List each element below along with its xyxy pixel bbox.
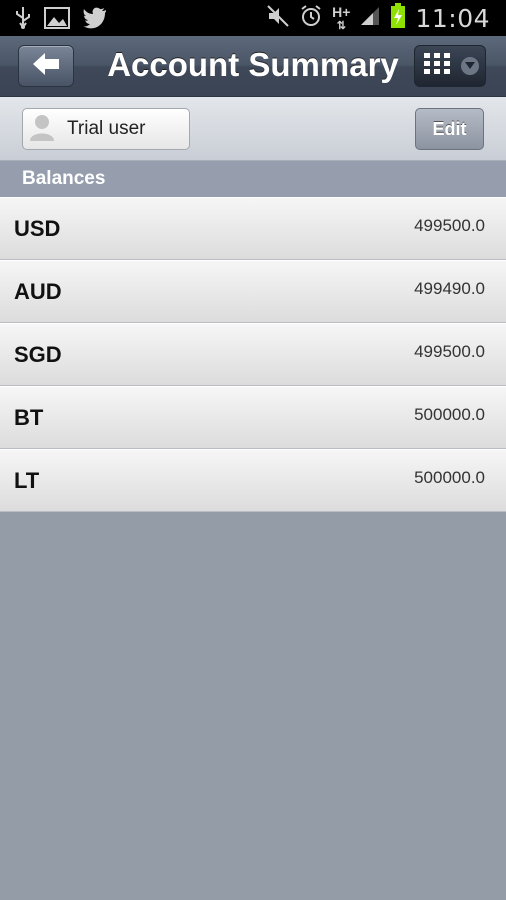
- balance-row-usd[interactable]: USD 499500.0: [0, 197, 506, 260]
- image-icon: [44, 7, 70, 34]
- user-toolbar: Trial user Edit: [0, 97, 506, 161]
- status-clock: 11:04: [415, 4, 490, 33]
- balances-list: USD 499500.0 AUD 499490.0 SGD 499500.0 B…: [0, 197, 506, 512]
- balance-row-sgd[interactable]: SGD 499500.0: [0, 323, 506, 386]
- twitter-icon: [82, 7, 108, 34]
- status-bar: H+ ⇅ 11:04: [0, 0, 506, 36]
- balance-amount: 499500.0: [414, 216, 485, 235]
- balance-amount: 499500.0: [414, 342, 485, 361]
- balance-row-aud[interactable]: AUD 499490.0: [0, 260, 506, 323]
- user-avatar-icon: [29, 113, 55, 146]
- network-type-label: H+: [332, 3, 351, 20]
- currency-code: SGD: [14, 342, 62, 367]
- currency-code: BT: [14, 405, 44, 430]
- battery-charging-icon: [390, 3, 406, 34]
- currency-code: LT: [14, 468, 40, 493]
- chevron-down-icon: [461, 57, 479, 75]
- balance-amount: 500000.0: [414, 405, 485, 424]
- user-name-label: Trial user: [67, 118, 146, 139]
- mute-icon: [266, 4, 290, 33]
- usb-icon: [14, 6, 32, 35]
- balance-amount: 500000.0: [414, 468, 485, 487]
- balance-row-lt[interactable]: LT 500000.0: [0, 449, 506, 512]
- currency-code: USD: [14, 216, 61, 241]
- grid-menu-icon: [423, 52, 451, 81]
- alarm-icon: [299, 4, 323, 33]
- edit-button[interactable]: Edit: [415, 108, 484, 150]
- currency-code: AUD: [14, 279, 62, 304]
- header-bar: Account Summary: [0, 36, 506, 97]
- user-account-button[interactable]: Trial user: [22, 108, 190, 150]
- balances-section-header: Balances: [0, 161, 506, 197]
- balance-amount: 499490.0: [414, 279, 485, 298]
- grid-menu-button[interactable]: [414, 45, 486, 87]
- hplus-data-icon: H+ ⇅: [332, 3, 351, 32]
- signal-icon: [359, 5, 381, 32]
- balance-row-bt[interactable]: BT 500000.0: [0, 386, 506, 449]
